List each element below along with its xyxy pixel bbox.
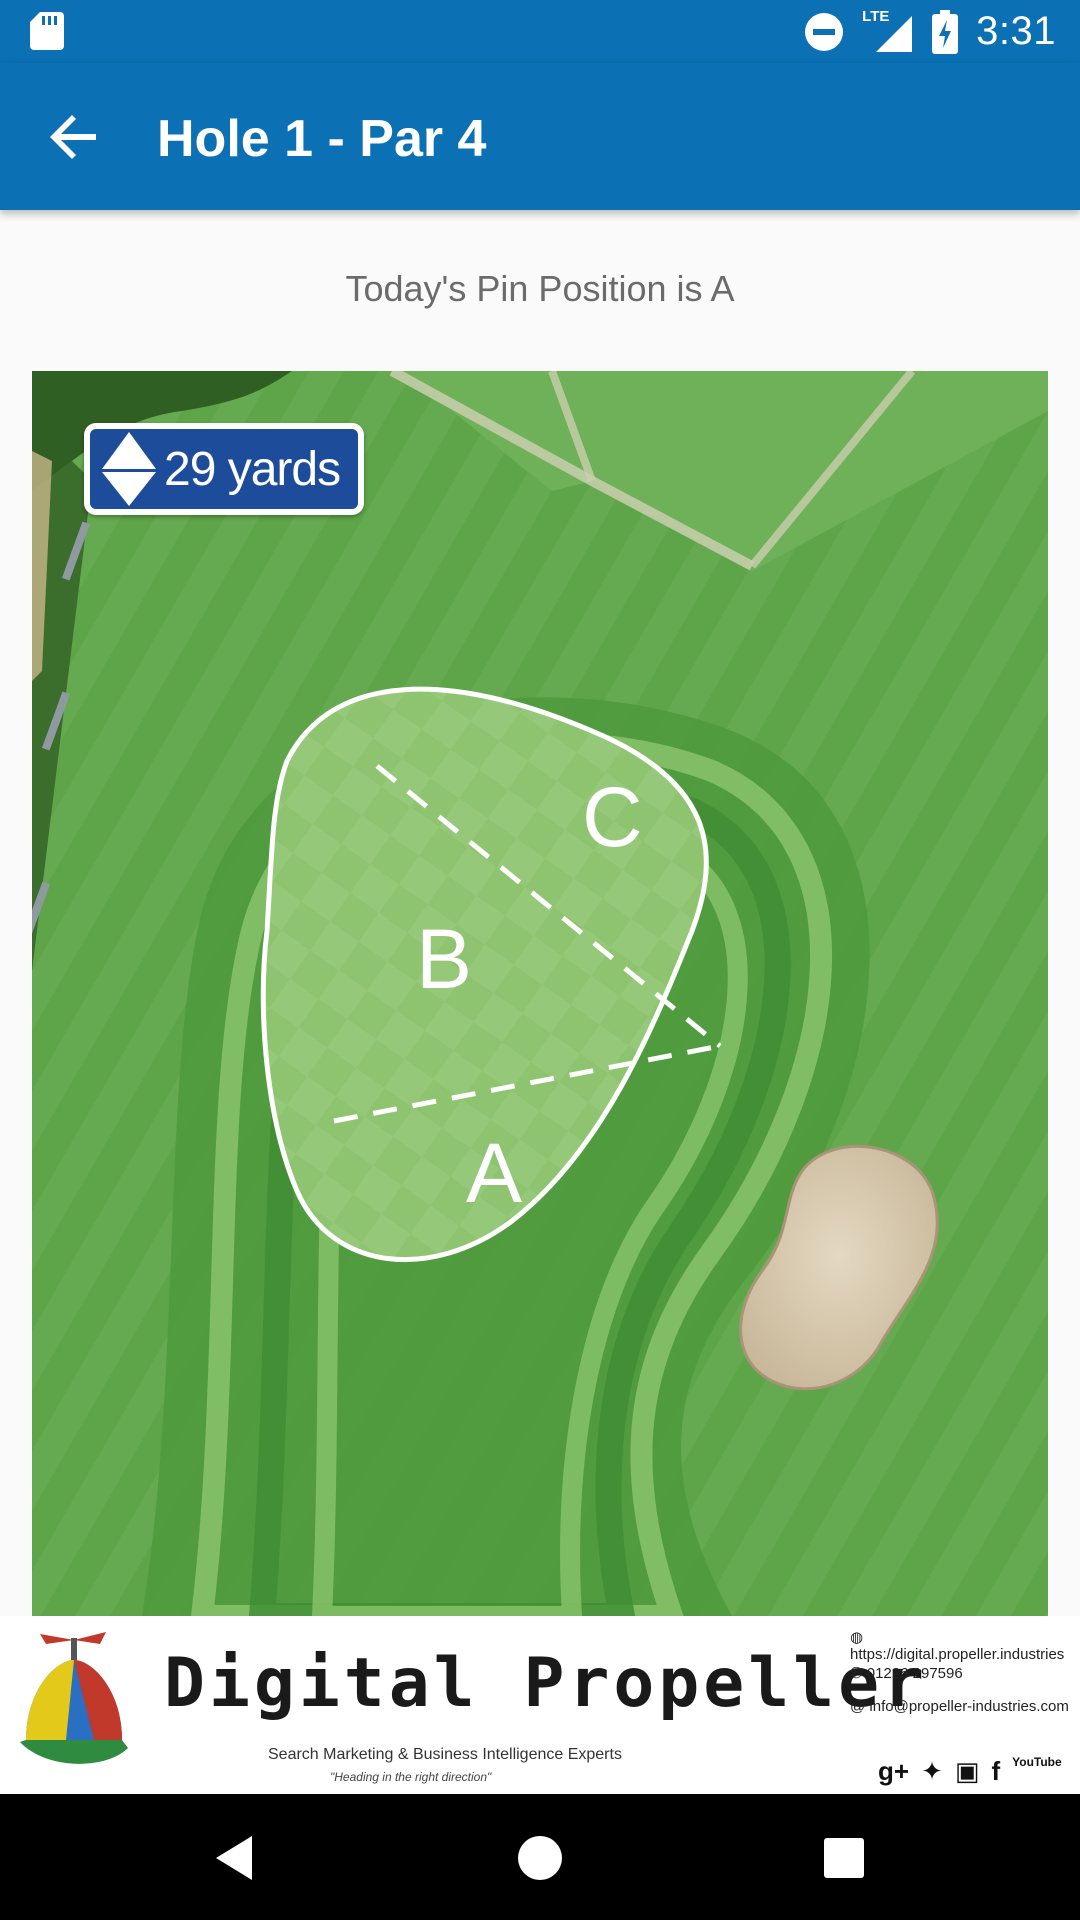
zone-label-a: A: [466, 1126, 523, 1220]
yardage-value: 29 yards: [164, 442, 341, 496]
brand-name: Digital Propeller: [164, 1644, 928, 1723]
battery-charging-icon: [932, 9, 959, 54]
yardage-badge: 29 yards: [84, 423, 364, 515]
home-nav-icon[interactable]: [512, 1830, 568, 1886]
brand-motto: "Heading in the right direction": [330, 1770, 492, 1784]
zone-label-b: B: [416, 912, 473, 1006]
pin-position-message: Today's Pin Position is A: [345, 268, 735, 309]
sponsor-banner[interactable]: Digital Propeller Search Marketing & Bus…: [0, 1616, 1080, 1794]
propeller-cap-logo: [20, 1632, 128, 1764]
sd-card-icon: [30, 12, 64, 50]
youtube-icon[interactable]: YouTube: [1012, 1756, 1062, 1787]
system-nav-bar: [0, 1794, 1080, 1920]
green-diagram: [32, 371, 1048, 1616]
email-text: info@propeller-industries.com: [869, 1698, 1069, 1715]
email-icon: @: [850, 1698, 866, 1715]
clock: 3:31: [976, 9, 1056, 53]
facebook-icon[interactable]: f: [991, 1756, 1000, 1787]
website-text: https://digital.propeller.industries: [850, 1646, 1065, 1663]
phone-line[interactable]: ✆ 01226 297596: [850, 1664, 963, 1682]
arrow-back-icon[interactable]: [44, 107, 104, 167]
distance-diamond-icon: [102, 432, 156, 506]
hole-map[interactable]: C B A 29 yards: [32, 371, 1048, 1616]
signal-icon: LTE: [862, 8, 914, 54]
email-line[interactable]: @ info@propeller-industries.com: [850, 1698, 1069, 1715]
globe-icon: ◍: [850, 1629, 864, 1646]
recents-nav-icon[interactable]: [816, 1830, 872, 1886]
social-links: g+ ✦ ▣ f YouTube: [878, 1756, 1062, 1787]
phone-text: 01226 297596: [866, 1665, 963, 1682]
dnd-icon: [805, 12, 844, 51]
zone-label-c: C: [582, 770, 643, 864]
brand-tagline: Search Marketing & Business Intelligence…: [268, 1746, 622, 1763]
app-bar: Hole 1 - Par 4: [0, 63, 1080, 210]
back-nav-icon[interactable]: [208, 1830, 264, 1886]
google-plus-icon[interactable]: g+: [878, 1756, 909, 1787]
instagram-icon[interactable]: ▣: [955, 1756, 980, 1787]
phone-icon: ✆: [850, 1665, 863, 1682]
page-title: Hole 1 - Par 4: [157, 110, 487, 168]
twitter-icon[interactable]: ✦: [921, 1756, 943, 1787]
status-bar: LTE 3:31: [0, 0, 1080, 63]
website-line[interactable]: ◍ https://digital.propeller.industries: [850, 1628, 1080, 1663]
